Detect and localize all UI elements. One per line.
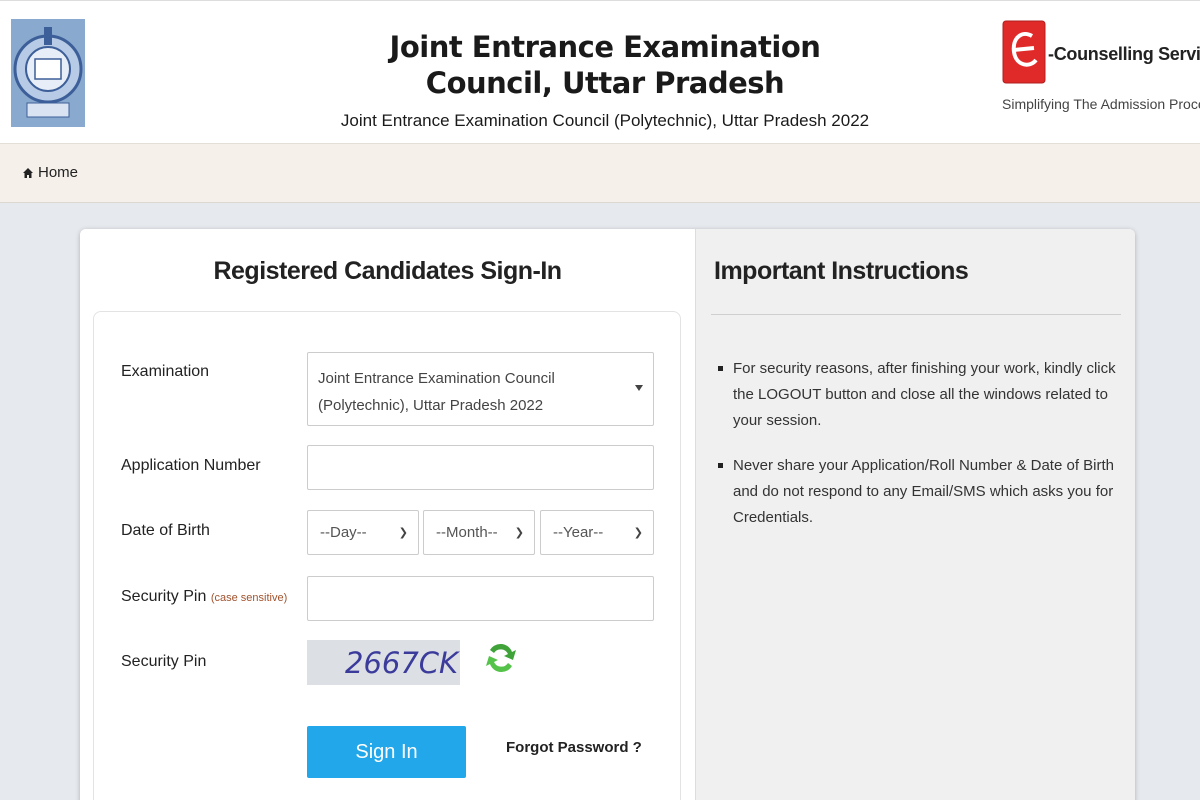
signin-title: Registered Candidates Sign-In [213, 257, 562, 285]
navbar: Home [0, 143, 1200, 203]
chevron-down-icon: ❯ [398, 527, 408, 539]
chevron-down-icon: ❯ [514, 527, 524, 539]
signin-card: Registered Candidates Sign-In Examinatio… [80, 229, 1135, 800]
ec-brand-name: -Counselling Services [1048, 44, 1200, 64]
instructions-title: Important Instructions [714, 257, 969, 285]
case-sensitive-note: (case sensitive) [210, 592, 288, 604]
examination-value: Joint Entrance Examination Council (Poly… [318, 370, 555, 414]
jeec-emblem-icon [11, 19, 85, 127]
page-title: Joint Entrance Examination Council, Utta… [389, 30, 821, 100]
page-header: Joint Entrance Examination Council, Utta… [0, 0, 1200, 143]
home-icon [23, 167, 33, 178]
examination-label: Examination [121, 363, 210, 380]
examination-select[interactable]: Joint Entrance Examination Council (Poly… [307, 352, 654, 426]
forgot-password-link[interactable]: Forgot Password ? [506, 739, 642, 756]
captcha-text: 2667CK [345, 646, 459, 680]
captcha-label: Security Pin [121, 653, 207, 670]
bullet-icon [718, 463, 723, 468]
e-counselling-logo: -Counselling Services Simplifying The Ad… [1002, 20, 1200, 120]
signin-pane: Registered Candidates Sign-In Examinatio… [80, 229, 695, 800]
dob-label: Date of Birth [121, 522, 210, 539]
security-pin-input[interactable] [307, 576, 654, 621]
dob-day-select[interactable]: --Day-- ❯ [307, 510, 419, 555]
instructions-pane: Important Instructions For security reas… [695, 229, 1135, 800]
captcha-image: 2667CK [307, 640, 460, 685]
security-pin-label-text: Security Pin [121, 588, 207, 605]
sign-in-button[interactable]: Sign In [307, 726, 466, 778]
home-link[interactable]: Home [22, 164, 78, 181]
divider [711, 314, 1121, 315]
home-label: Home [38, 164, 79, 181]
dob-month-select[interactable]: --Month-- ❯ [423, 510, 535, 555]
dob-year-value: --Year-- [553, 524, 604, 541]
chevron-down-icon: ❯ [633, 527, 643, 539]
dob-day-value: --Day-- [320, 524, 367, 541]
ec-tagline: Simplifying The Admission Process [1002, 96, 1200, 112]
application-number-input[interactable] [307, 445, 654, 490]
instruction-item: Never share your Application/Roll Number… [716, 453, 1126, 531]
instructions-list: For security reasons, after finishing yo… [716, 356, 1126, 550]
title-block: Joint Entrance Examination Council, Utta… [330, 29, 880, 131]
instruction-text: For security reasons, after finishing yo… [733, 360, 1116, 429]
application-number-label: Application Number [121, 457, 261, 474]
security-pin-label: Security Pin (case sensitive) [121, 588, 287, 606]
dob-month-value: --Month-- [436, 524, 498, 541]
caret-down-icon [635, 385, 643, 391]
e-counselling-logo-icon [1002, 20, 1046, 84]
bullet-icon [718, 366, 723, 371]
refresh-icon[interactable] [485, 640, 517, 676]
dob-year-select[interactable]: --Year-- ❯ [540, 510, 654, 555]
instruction-item: For security reasons, after finishing yo… [716, 356, 1126, 434]
instruction-text: Never share your Application/Roll Number… [733, 457, 1115, 526]
page-subtitle: Joint Entrance Examination Council (Poly… [340, 111, 870, 130]
